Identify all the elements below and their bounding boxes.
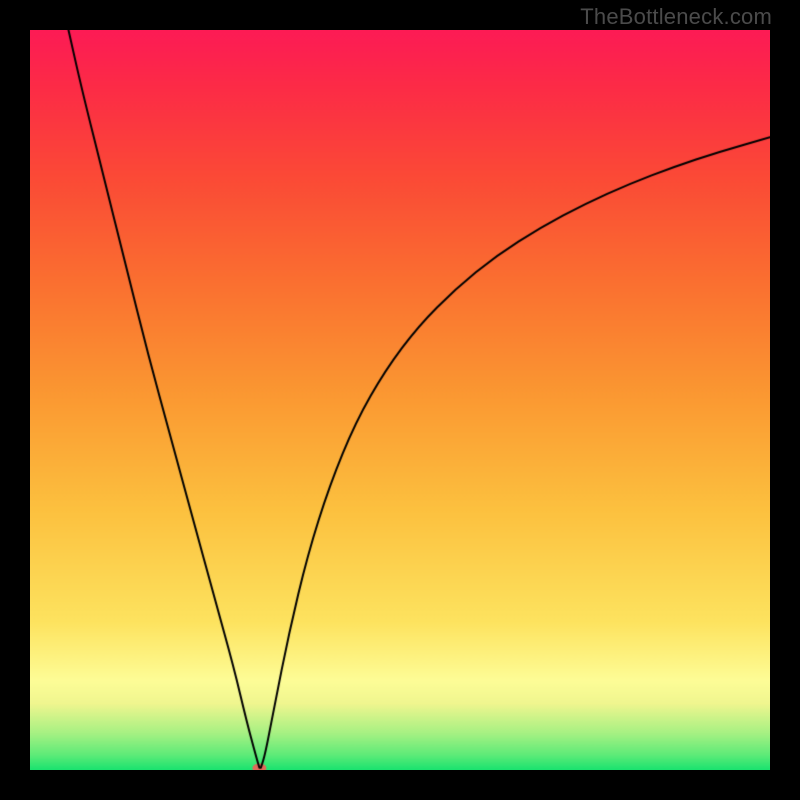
plot-area	[30, 30, 770, 770]
chart-frame: TheBottleneck.com	[0, 0, 800, 800]
chart-canvas	[30, 30, 770, 770]
watermark-text: TheBottleneck.com	[580, 4, 772, 30]
